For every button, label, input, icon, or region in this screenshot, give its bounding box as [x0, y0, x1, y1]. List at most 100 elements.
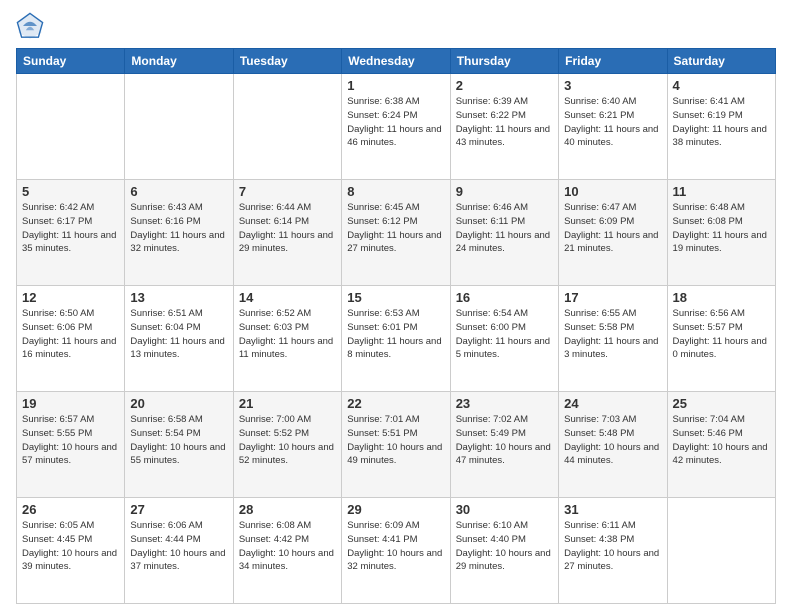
day-number: 5 — [22, 184, 119, 199]
day-number: 1 — [347, 78, 444, 93]
day-info: Sunrise: 6:08 AM Sunset: 4:42 PM Dayligh… — [239, 519, 336, 574]
day-info: Sunrise: 7:04 AM Sunset: 5:46 PM Dayligh… — [673, 413, 770, 468]
day-info: Sunrise: 6:42 AM Sunset: 6:17 PM Dayligh… — [22, 201, 119, 256]
day-info: Sunrise: 6:54 AM Sunset: 6:00 PM Dayligh… — [456, 307, 553, 362]
calendar-cell: 1 Sunrise: 6:38 AM Sunset: 6:24 PM Daylig… — [342, 74, 450, 180]
day-info: Sunrise: 6:56 AM Sunset: 5:57 PM Dayligh… — [673, 307, 770, 362]
day-info: Sunrise: 6:53 AM Sunset: 6:01 PM Dayligh… — [347, 307, 444, 362]
calendar-cell: 9 Sunrise: 6:46 AM Sunset: 6:11 PM Daylig… — [450, 180, 558, 286]
calendar-table: SundayMondayTuesdayWednesdayThursdayFrid… — [16, 48, 776, 604]
day-number: 14 — [239, 290, 336, 305]
col-header-tuesday: Tuesday — [233, 49, 341, 74]
calendar-cell: 28 Sunrise: 6:08 AM Sunset: 4:42 PM Dayli… — [233, 498, 341, 604]
day-number: 28 — [239, 502, 336, 517]
calendar-cell: 24 Sunrise: 7:03 AM Sunset: 5:48 PM Dayli… — [559, 392, 667, 498]
day-number: 17 — [564, 290, 661, 305]
calendar-cell: 16 Sunrise: 6:54 AM Sunset: 6:00 PM Dayli… — [450, 286, 558, 392]
week-row-1: 1 Sunrise: 6:38 AM Sunset: 6:24 PM Daylig… — [17, 74, 776, 180]
day-number: 31 — [564, 502, 661, 517]
calendar-cell: 20 Sunrise: 6:58 AM Sunset: 5:54 PM Dayli… — [125, 392, 233, 498]
day-info: Sunrise: 6:38 AM Sunset: 6:24 PM Dayligh… — [347, 95, 444, 150]
day-info: Sunrise: 6:46 AM Sunset: 6:11 PM Dayligh… — [456, 201, 553, 256]
day-info: Sunrise: 6:39 AM Sunset: 6:22 PM Dayligh… — [456, 95, 553, 150]
week-row-2: 5 Sunrise: 6:42 AM Sunset: 6:17 PM Daylig… — [17, 180, 776, 286]
day-info: Sunrise: 6:51 AM Sunset: 6:04 PM Dayligh… — [130, 307, 227, 362]
week-row-4: 19 Sunrise: 6:57 AM Sunset: 5:55 PM Dayli… — [17, 392, 776, 498]
calendar-cell: 13 Sunrise: 6:51 AM Sunset: 6:04 PM Dayli… — [125, 286, 233, 392]
col-header-monday: Monday — [125, 49, 233, 74]
generalblue-logo-icon — [16, 12, 44, 40]
logo — [16, 12, 48, 40]
day-number: 19 — [22, 396, 119, 411]
day-info: Sunrise: 7:03 AM Sunset: 5:48 PM Dayligh… — [564, 413, 661, 468]
calendar-cell — [17, 74, 125, 180]
calendar-header-row: SundayMondayTuesdayWednesdayThursdayFrid… — [17, 49, 776, 74]
day-number: 13 — [130, 290, 227, 305]
day-number: 21 — [239, 396, 336, 411]
day-info: Sunrise: 6:11 AM Sunset: 4:38 PM Dayligh… — [564, 519, 661, 574]
calendar-cell: 25 Sunrise: 7:04 AM Sunset: 5:46 PM Dayli… — [667, 392, 775, 498]
calendar-cell — [233, 74, 341, 180]
calendar-cell: 27 Sunrise: 6:06 AM Sunset: 4:44 PM Dayli… — [125, 498, 233, 604]
calendar-cell: 12 Sunrise: 6:50 AM Sunset: 6:06 PM Dayli… — [17, 286, 125, 392]
day-info: Sunrise: 6:09 AM Sunset: 4:41 PM Dayligh… — [347, 519, 444, 574]
calendar-cell: 31 Sunrise: 6:11 AM Sunset: 4:38 PM Dayli… — [559, 498, 667, 604]
day-number: 4 — [673, 78, 770, 93]
calendar-cell: 17 Sunrise: 6:55 AM Sunset: 5:58 PM Dayli… — [559, 286, 667, 392]
day-number: 2 — [456, 78, 553, 93]
day-info: Sunrise: 6:55 AM Sunset: 5:58 PM Dayligh… — [564, 307, 661, 362]
day-number: 23 — [456, 396, 553, 411]
day-info: Sunrise: 6:41 AM Sunset: 6:19 PM Dayligh… — [673, 95, 770, 150]
day-info: Sunrise: 6:58 AM Sunset: 5:54 PM Dayligh… — [130, 413, 227, 468]
day-info: Sunrise: 6:05 AM Sunset: 4:45 PM Dayligh… — [22, 519, 119, 574]
calendar-cell: 18 Sunrise: 6:56 AM Sunset: 5:57 PM Dayli… — [667, 286, 775, 392]
calendar-cell: 21 Sunrise: 7:00 AM Sunset: 5:52 PM Dayli… — [233, 392, 341, 498]
day-number: 9 — [456, 184, 553, 199]
day-info: Sunrise: 7:00 AM Sunset: 5:52 PM Dayligh… — [239, 413, 336, 468]
header — [16, 12, 776, 40]
calendar-cell — [667, 498, 775, 604]
calendar-cell — [125, 74, 233, 180]
day-info: Sunrise: 6:10 AM Sunset: 4:40 PM Dayligh… — [456, 519, 553, 574]
day-info: Sunrise: 7:02 AM Sunset: 5:49 PM Dayligh… — [456, 413, 553, 468]
day-number: 16 — [456, 290, 553, 305]
calendar-cell: 11Sunrise: 6:48 AM Sunset: 6:08 PM Dayli… — [667, 180, 775, 286]
day-number: 12 — [22, 290, 119, 305]
calendar-cell: 14 Sunrise: 6:52 AM Sunset: 6:03 PM Dayli… — [233, 286, 341, 392]
col-header-thursday: Thursday — [450, 49, 558, 74]
day-number: 6 — [130, 184, 227, 199]
day-info: Sunrise: 6:06 AM Sunset: 4:44 PM Dayligh… — [130, 519, 227, 574]
day-number: 26 — [22, 502, 119, 517]
day-number: 11 — [673, 184, 770, 199]
col-header-wednesday: Wednesday — [342, 49, 450, 74]
day-number: 30 — [456, 502, 553, 517]
day-info: Sunrise: 6:43 AM Sunset: 6:16 PM Dayligh… — [130, 201, 227, 256]
day-number: 25 — [673, 396, 770, 411]
day-number: 24 — [564, 396, 661, 411]
page: SundayMondayTuesdayWednesdayThursdayFrid… — [0, 0, 792, 612]
calendar-cell: 19 Sunrise: 6:57 AM Sunset: 5:55 PM Dayli… — [17, 392, 125, 498]
calendar-cell: 23 Sunrise: 7:02 AM Sunset: 5:49 PM Dayli… — [450, 392, 558, 498]
day-info: Sunrise: 6:45 AM Sunset: 6:12 PM Dayligh… — [347, 201, 444, 256]
day-number: 10 — [564, 184, 661, 199]
col-header-saturday: Saturday — [667, 49, 775, 74]
day-info: Sunrise: 6:44 AM Sunset: 6:14 PM Dayligh… — [239, 201, 336, 256]
week-row-3: 12 Sunrise: 6:50 AM Sunset: 6:06 PM Dayli… — [17, 286, 776, 392]
week-row-5: 26 Sunrise: 6:05 AM Sunset: 4:45 PM Dayli… — [17, 498, 776, 604]
day-number: 27 — [130, 502, 227, 517]
day-info: Sunrise: 6:50 AM Sunset: 6:06 PM Dayligh… — [22, 307, 119, 362]
day-number: 29 — [347, 502, 444, 517]
calendar-cell: 30 Sunrise: 6:10 AM Sunset: 4:40 PM Dayli… — [450, 498, 558, 604]
day-number: 18 — [673, 290, 770, 305]
day-number: 20 — [130, 396, 227, 411]
calendar-cell: 6 Sunrise: 6:43 AM Sunset: 6:16 PM Daylig… — [125, 180, 233, 286]
day-info: Sunrise: 6:52 AM Sunset: 6:03 PM Dayligh… — [239, 307, 336, 362]
calendar-cell: 15Sunrise: 6:53 AM Sunset: 6:01 PM Dayli… — [342, 286, 450, 392]
day-number: 22 — [347, 396, 444, 411]
day-number: 3 — [564, 78, 661, 93]
day-info: Sunrise: 6:57 AM Sunset: 5:55 PM Dayligh… — [22, 413, 119, 468]
calendar-cell: 29 Sunrise: 6:09 AM Sunset: 4:41 PM Dayli… — [342, 498, 450, 604]
calendar-cell: 2 Sunrise: 6:39 AM Sunset: 6:22 PM Daylig… — [450, 74, 558, 180]
calendar-cell: 10Sunrise: 6:47 AM Sunset: 6:09 PM Dayli… — [559, 180, 667, 286]
calendar-cell: 26 Sunrise: 6:05 AM Sunset: 4:45 PM Dayli… — [17, 498, 125, 604]
